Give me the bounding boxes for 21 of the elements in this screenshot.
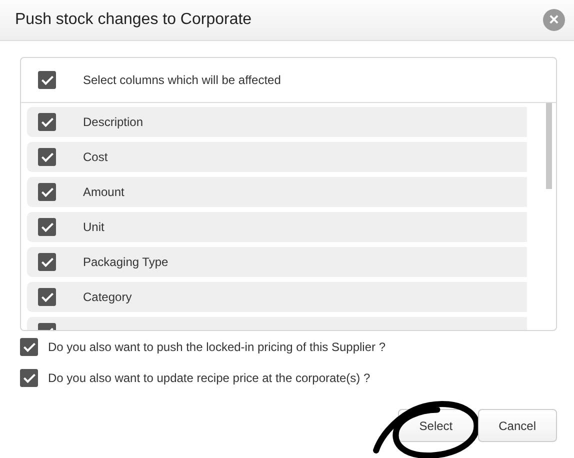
- column-item[interactable]: Cost: [27, 142, 527, 172]
- panel-heading: Select columns which will be affected: [83, 73, 281, 87]
- column-item[interactable]: Amount: [27, 177, 527, 207]
- checkbox[interactable]: [38, 253, 56, 271]
- option-label: Do you also want to push the locked-in pricing of this Supplier ?: [48, 340, 386, 354]
- checkbox[interactable]: [38, 148, 56, 166]
- scrollbar-thumb[interactable]: [546, 103, 552, 189]
- checkbox[interactable]: [38, 113, 56, 131]
- dialog-title: Push stock changes to Corporate: [15, 11, 252, 29]
- column-item[interactable]: Unit: [27, 212, 527, 242]
- checkbox[interactable]: [38, 218, 56, 236]
- column-item[interactable]: Category: [27, 282, 527, 312]
- dialog-button[interactable]: Cancel: [478, 409, 557, 442]
- column-item[interactable]: Packaging Type: [27, 247, 527, 277]
- option-label: Do you also want to update recipe price at the corporate(s) ?: [48, 371, 370, 385]
- checkbox[interactable]: [38, 183, 56, 201]
- checkbox[interactable]: [20, 369, 38, 387]
- checkbox[interactable]: [38, 288, 56, 306]
- column-item[interactable]: Description: [27, 107, 527, 137]
- checkbox[interactable]: [38, 71, 56, 89]
- checkbox[interactable]: [20, 338, 38, 356]
